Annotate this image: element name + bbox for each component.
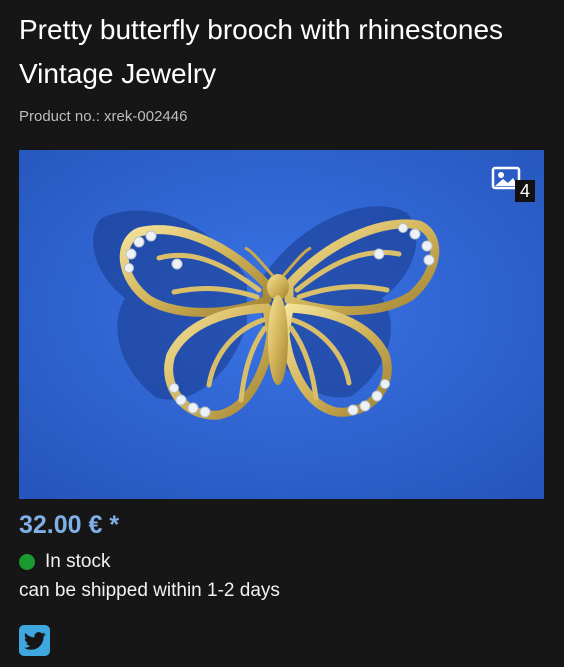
twitter-icon [23,631,46,650]
gallery-count: 4 [515,180,535,202]
product-price: 32.00 € * [19,511,120,539]
in-stock-indicator-icon [19,554,35,570]
twitter-share-button[interactable] [19,625,50,656]
product-title: Pretty butterfly brooch with rhinestones… [19,14,504,89]
image-gallery-badge[interactable]: 4 [491,166,535,202]
product-image[interactable]: 4 [19,150,544,499]
shipping-info: can be shipped within 1-2 days [19,580,280,601]
stock-status: In stock [19,551,110,573]
stock-status-label: In stock [45,551,111,572]
product-number: Product no.: xrek-002446 [19,108,188,125]
butterfly-brooch-photo [19,150,544,499]
